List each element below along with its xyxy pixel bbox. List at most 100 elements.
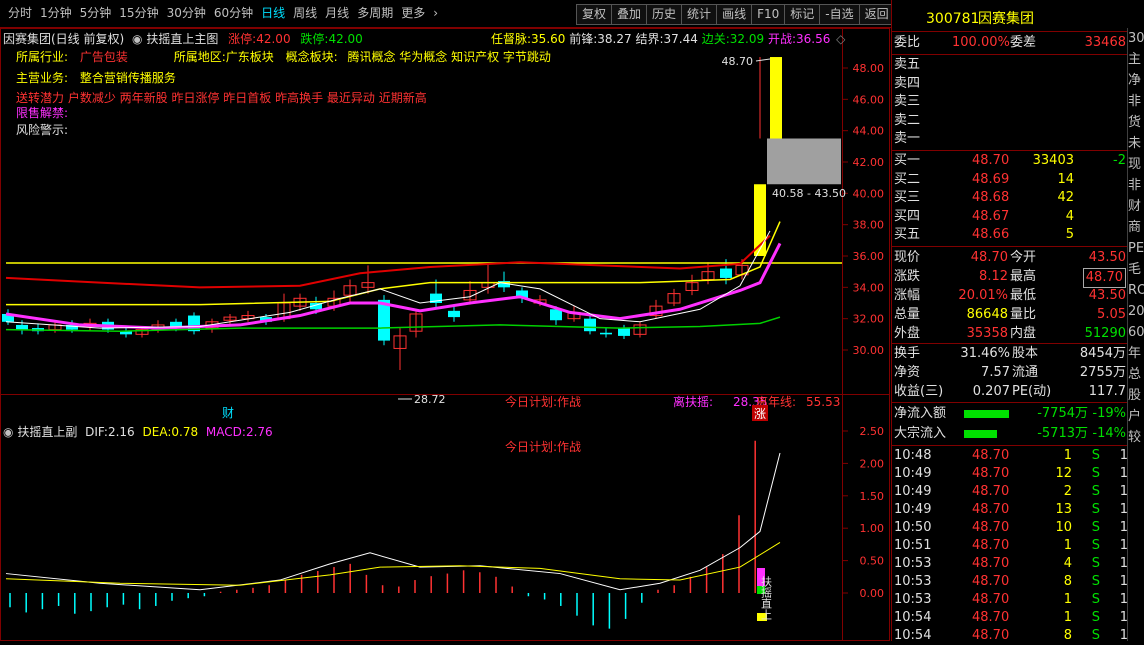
- function-buttons: 复权 叠加 历史 统计 画线 F10 标记 -自选 返回: [576, 4, 895, 25]
- sub-indicator-name[interactable]: 扶摇直上副: [17, 425, 77, 439]
- sell-level[interactable]: 卖三: [892, 93, 1128, 111]
- buy-level[interactable]: 买二 48.69 14: [892, 171, 1128, 189]
- stock-title[interactable]: 因赛集团(日线 前复权): [3, 32, 124, 46]
- toolbar-button[interactable]: 返回: [858, 4, 895, 25]
- strip-label: 股: [1128, 388, 1142, 403]
- period-tab[interactable]: 月线: [321, 0, 353, 27]
- fundamental-value: 117.7: [1088, 384, 1126, 399]
- period-tab[interactable]: 周线: [289, 0, 321, 27]
- tick-time: 10:50: [894, 520, 932, 535]
- sub-plan-text: 今日计划:作战: [505, 439, 581, 454]
- toolbar-button[interactable]: 画线: [716, 4, 752, 25]
- tick-row: 10:49 48.70 12 S 1: [892, 465, 1128, 483]
- y-tick-label: 42.00: [853, 156, 885, 169]
- stat-label: 总量: [894, 307, 921, 322]
- quote-stat-row: 现价 48.70 今开 43.50: [892, 249, 1128, 267]
- tick-side: S: [1091, 502, 1100, 517]
- period-tab[interactable]: 30分钟: [163, 0, 210, 27]
- flow-bar: [964, 410, 1009, 418]
- sell-level[interactable]: 卖一: [892, 130, 1128, 148]
- sell-level-label: 卖三: [894, 94, 921, 109]
- dif-label: DIF:: [85, 425, 108, 439]
- sell-level[interactable]: 卖四: [892, 75, 1128, 93]
- tick-row: 10:53 48.70 4 S 1: [892, 555, 1128, 573]
- flow-value: -5713万: [1037, 426, 1088, 441]
- toolbar-button[interactable]: F10: [751, 4, 785, 25]
- chart-canvas[interactable]: 48.00 46.00 44.00 42.00 40.00 38.00 36.00 34.00…: [0, 28, 890, 641]
- strip-label: 商: [1128, 220, 1142, 235]
- quote-title: 300781 因赛集团: [892, 10, 1128, 28]
- toolbar-button[interactable]: 叠加: [611, 4, 647, 25]
- chart-frame: [0, 28, 890, 641]
- rendumai-label: 任督脉:: [491, 32, 532, 46]
- y-tick-label: 36.00: [853, 250, 885, 263]
- buy-level[interactable]: 买一 48.70 33403 -2: [892, 152, 1128, 170]
- stat-value: 20.01%: [958, 288, 1008, 303]
- fundamental-value: 8454万: [1079, 346, 1126, 361]
- period-tab[interactable]: 分时: [4, 0, 36, 27]
- tick-row: 10:51 48.70 1 S 1: [892, 537, 1128, 555]
- tick-row: 10:50 48.70 10 S 1: [892, 519, 1128, 537]
- buy-level-label: 买四: [894, 208, 921, 224]
- period-tab[interactable]: 1分钟: [36, 0, 76, 27]
- tick-row: 10:49 48.70 13 S 1: [892, 501, 1128, 519]
- sell-level[interactable]: 卖五: [892, 56, 1128, 74]
- fundamental-value: 2755万: [1079, 365, 1126, 380]
- toolbar-button[interactable]: 复权: [576, 4, 612, 25]
- tick-price: 48.70: [972, 538, 1010, 553]
- main-indicator-name[interactable]: 扶摇直上主图: [146, 32, 218, 46]
- ma-red-line: [5, 234, 771, 289]
- toolbar-button[interactable]: 历史: [646, 4, 682, 25]
- weicha-label: 委差: [1010, 35, 1037, 50]
- period-tab[interactable]: 15分钟: [115, 0, 162, 27]
- more-chevron-icon[interactable]: ›: [429, 0, 442, 27]
- buy-price: 48.70: [972, 153, 1010, 168]
- buy-volume: 5: [1065, 227, 1074, 242]
- flow-row: 大宗流入 -5713万 -14%: [892, 425, 1128, 443]
- strip-label: 户: [1128, 409, 1142, 424]
- vertical-indicator-text: 扶摇直上: [760, 575, 773, 620]
- risk-label: 风险警示:: [16, 123, 69, 137]
- tick-volume: 13: [1055, 502, 1072, 517]
- y-tick-label: 44.00: [853, 125, 885, 138]
- qianfeng-label: 前锋:: [569, 32, 598, 46]
- indicator-dropdown-icon[interactable]: ◉: [132, 32, 142, 46]
- gap-box: [767, 138, 841, 185]
- period-tab[interactable]: 日线: [257, 0, 289, 27]
- bianguan-label: 边关:: [701, 32, 730, 46]
- weibi-row: 委比 100.00% 委差 33468: [892, 34, 1128, 52]
- sub-indicator-dropdown-icon[interactable]: ◉: [3, 425, 13, 439]
- tick-time: 10:51: [894, 538, 932, 553]
- zhangting-label: 涨停:: [228, 32, 257, 46]
- toolbar-button[interactable]: 标记: [784, 4, 820, 25]
- buy-level[interactable]: 买五 48.66 5: [892, 226, 1128, 244]
- tick-time: 10:49: [894, 466, 932, 481]
- tick-time: 10:49: [894, 484, 932, 499]
- sub-y-tick-label: 1.50: [860, 490, 885, 503]
- concept-label: 概念板块:: [285, 50, 338, 64]
- period-tab[interactable]: 更多: [397, 0, 429, 27]
- buy-level[interactable]: 买四 48.67 4: [892, 208, 1128, 226]
- tick-side: S: [1091, 574, 1100, 589]
- candle-body: [584, 318, 596, 332]
- y-tick-label: 34.00: [853, 281, 885, 294]
- stat-value: 5.05: [1097, 307, 1126, 322]
- sell-level[interactable]: 卖二: [892, 112, 1128, 130]
- buy-level[interactable]: 买三 48.68 42: [892, 189, 1128, 207]
- toolbar-button[interactable]: 统计: [681, 4, 717, 25]
- pane-settings-icon[interactable]: ◇: [836, 32, 845, 46]
- tick-side: S: [1091, 556, 1100, 571]
- dea-label: DEA:: [142, 425, 172, 439]
- stat-label: 最高: [1010, 269, 1037, 284]
- period-tab[interactable]: 60分钟: [210, 0, 257, 27]
- toolbar-button[interactable]: -自选: [819, 4, 859, 25]
- tick-volume: 1: [1063, 592, 1072, 607]
- period-tab[interactable]: 多周期: [353, 0, 397, 27]
- strip-label: 总: [1128, 367, 1142, 382]
- period-tab[interactable]: 5分钟: [76, 0, 116, 27]
- weicha-value: 33468: [1084, 35, 1126, 50]
- low-price-label: 28.72: [414, 393, 446, 406]
- kaizhan-label: 开战:: [767, 32, 796, 46]
- buy-volume: 33403: [1032, 153, 1074, 168]
- tick-time: 10:54: [894, 628, 932, 643]
